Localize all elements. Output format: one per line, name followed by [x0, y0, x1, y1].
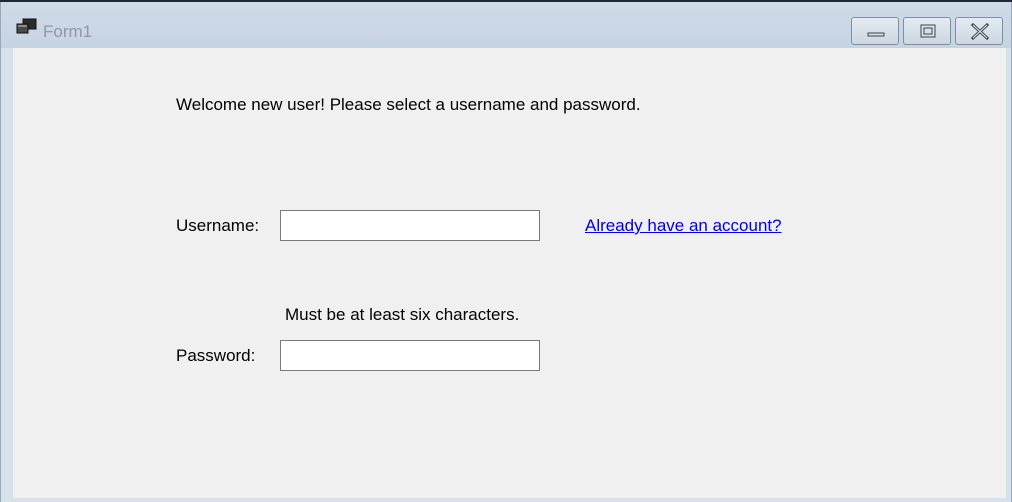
maximize-icon — [920, 24, 936, 38]
form-client-area: Welcome new user! Please select a userna… — [13, 48, 1006, 498]
minimize-icon — [867, 32, 885, 37]
form1-window: Form1 Welcome new user! Please select a … — [0, 2, 1012, 502]
welcome-label: Welcome new user! Please select a userna… — [176, 95, 641, 114]
password-hint-label: Must be at least six characters. — [285, 305, 520, 324]
maximize-button[interactable] — [903, 17, 951, 45]
already-have-account-link[interactable]: Already have an account? — [585, 215, 782, 237]
title-bar[interactable]: Form1 — [1, 2, 1011, 48]
username-label: Username: — [176, 216, 260, 235]
window-title: Form1 — [43, 22, 93, 41]
app-window-icon — [16, 18, 37, 34]
password-input[interactable] — [280, 340, 540, 371]
password-label: Password: — [176, 346, 256, 365]
minimize-button[interactable] — [851, 17, 899, 45]
username-input[interactable] — [280, 210, 540, 241]
close-icon — [970, 22, 990, 41]
close-button[interactable] — [955, 17, 1003, 45]
